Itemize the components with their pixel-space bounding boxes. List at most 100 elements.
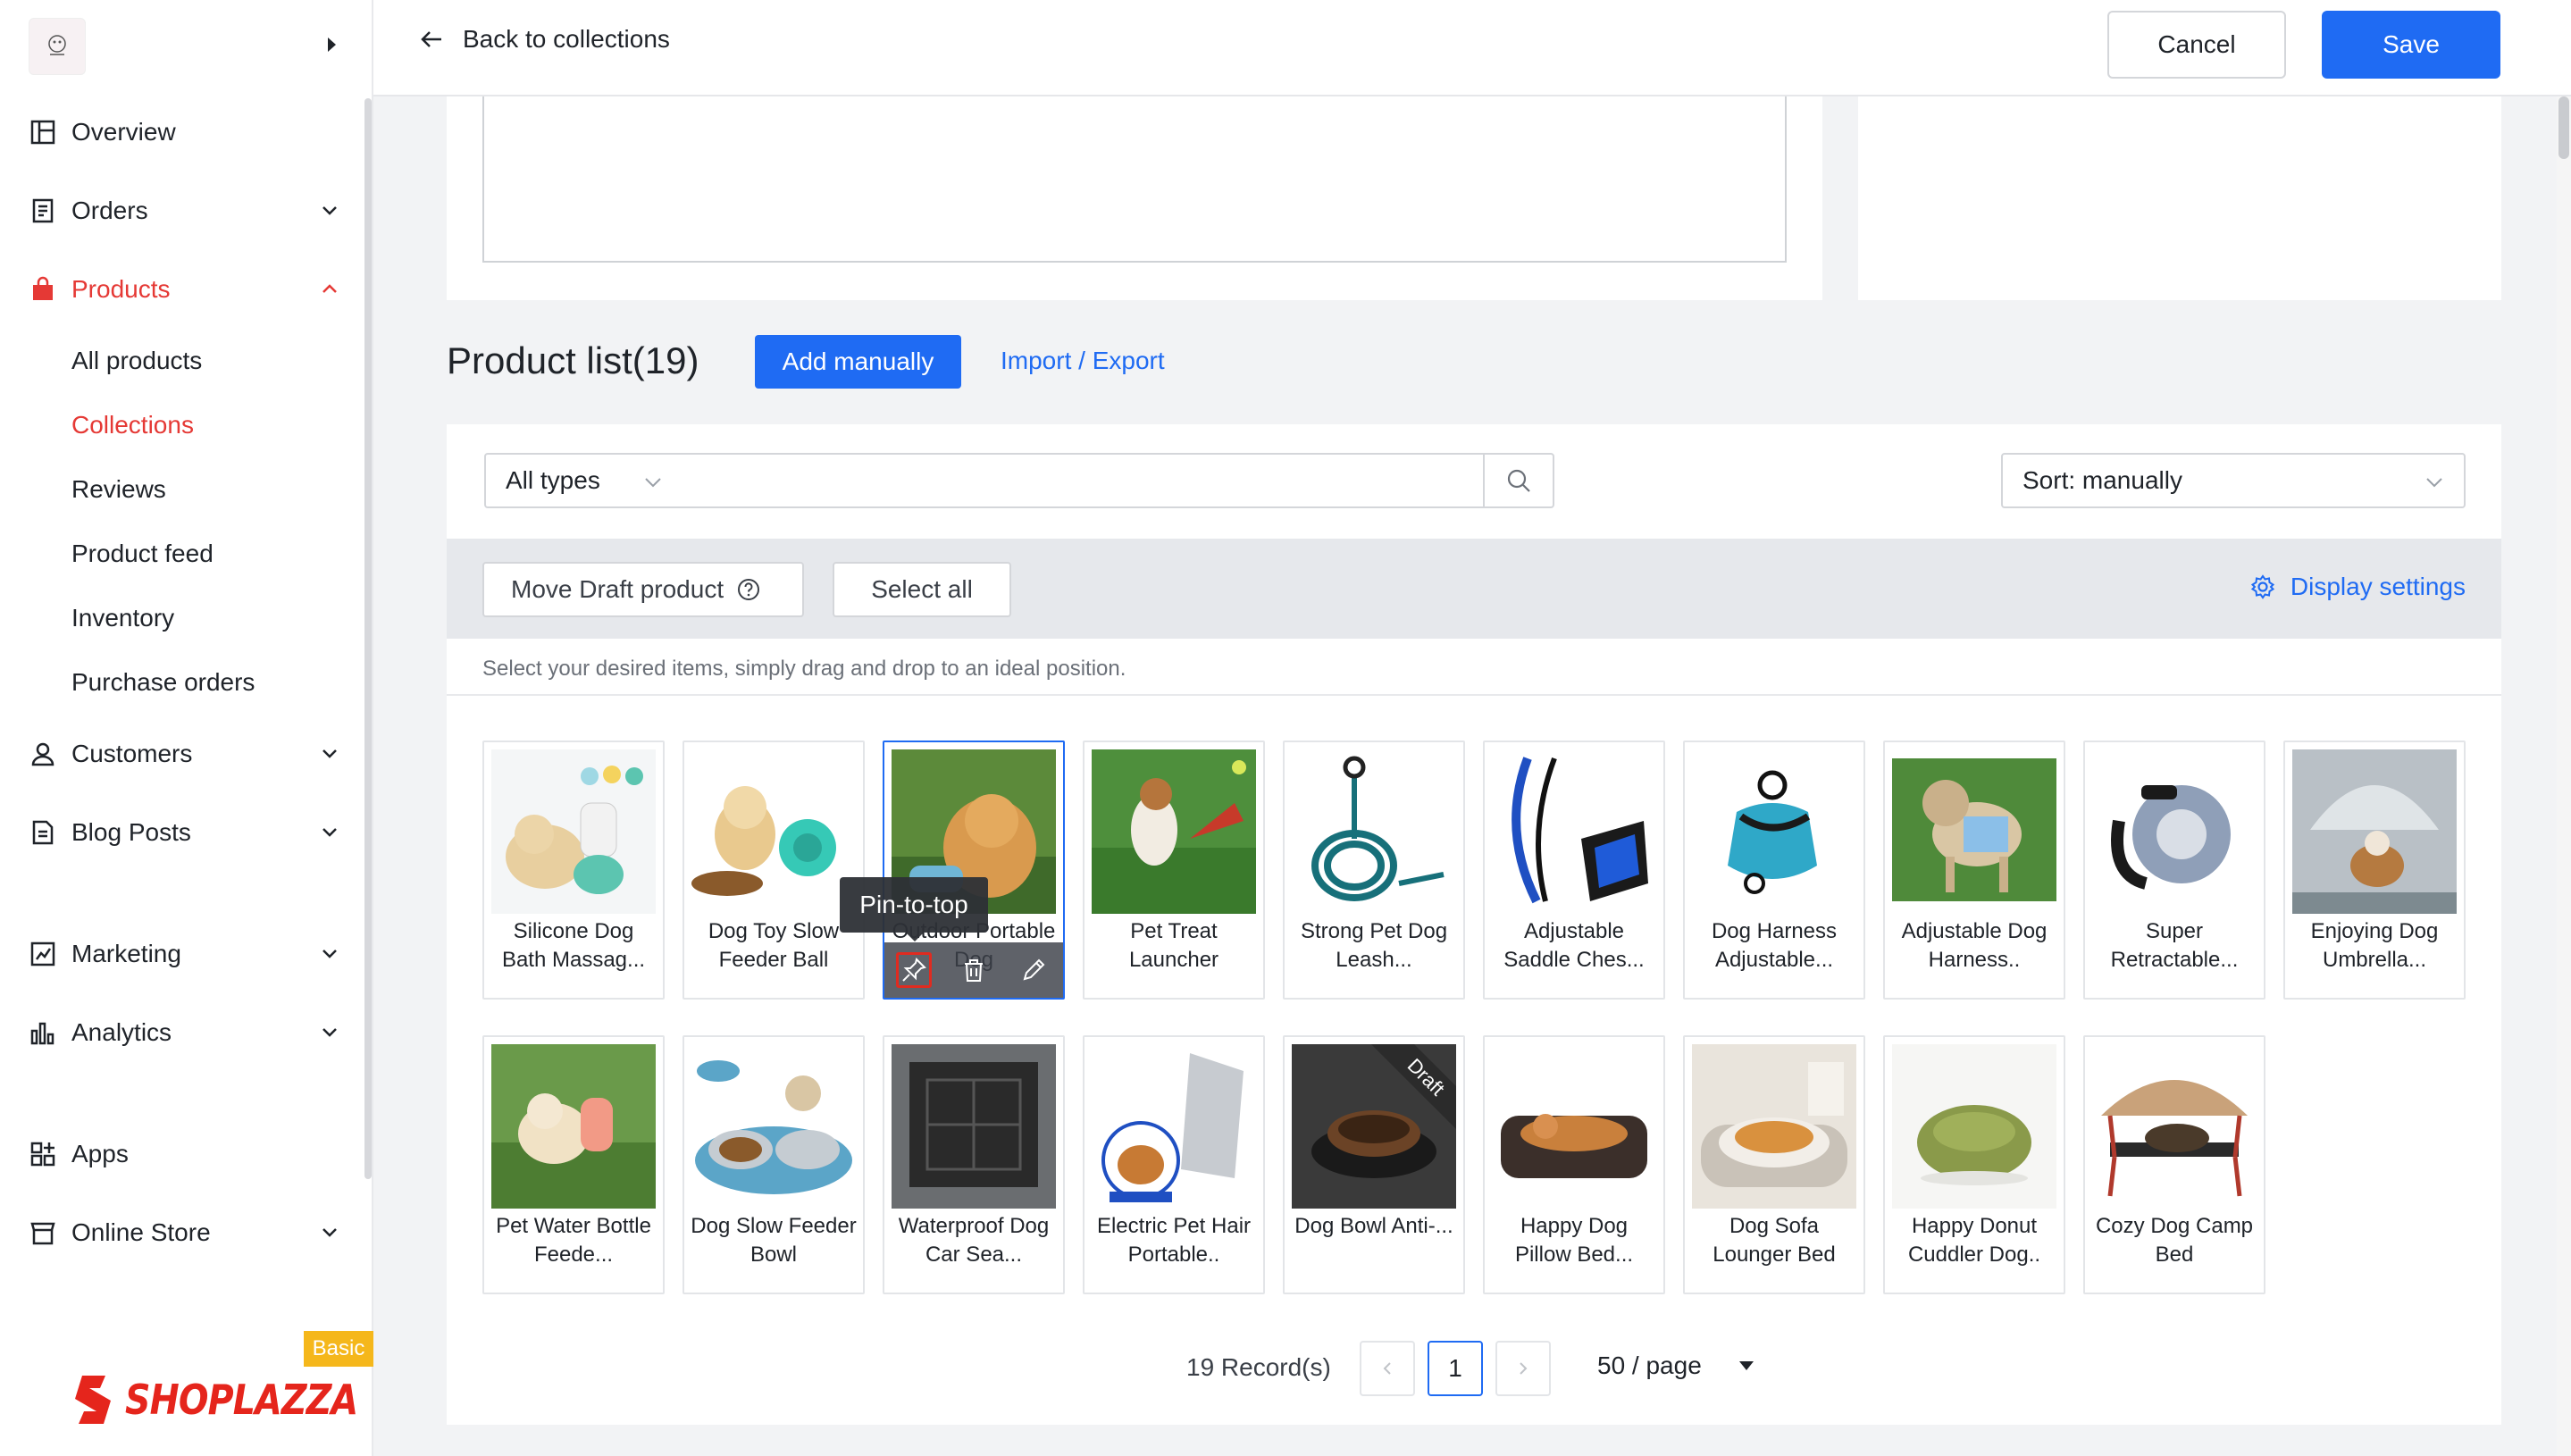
arrow-left-icon	[421, 31, 441, 47]
sidebar-item-orders[interactable]: Orders	[0, 172, 363, 250]
move-draft-label: Move Draft product	[511, 575, 724, 603]
move-draft-button[interactable]: Move Draft product	[482, 562, 804, 617]
shoplazza-logo: SHOPLAZZA	[70, 1374, 396, 1426]
type-filter-select[interactable]: All types	[484, 453, 684, 508]
display-settings-link[interactable]: Display settings	[2249, 573, 2466, 601]
product-tile[interactable]: Dog Sofa Lounger Bed	[1683, 1035, 1865, 1294]
product-tile[interactable]: Dog Toy Slow Feeder Ball	[683, 741, 865, 1000]
caret-down-icon	[1738, 1361, 1754, 1370]
delete-button[interactable]	[956, 952, 992, 988]
blog-icon	[29, 818, 57, 847]
product-tile[interactable]: Electric Pet Hair Portable..	[1083, 1035, 1265, 1294]
sidebar-item-online-store[interactable]: Online Store	[0, 1193, 363, 1272]
sidebar-subitem-collections[interactable]: Collections	[0, 393, 363, 457]
page-size-value: 50 / page	[1597, 1351, 1702, 1379]
product-tile[interactable]: Dog Slow Feeder Bowl	[683, 1035, 865, 1294]
sidebar-item-label: Analytics	[71, 1018, 172, 1046]
store-logo[interactable]	[29, 18, 86, 75]
save-button[interactable]: Save	[2322, 11, 2500, 79]
product-tile[interactable]: Enjoying Dog Umbrella...	[2283, 741, 2466, 1000]
product-tile[interactable]: Cozy Dog Camp Bed	[2083, 1035, 2265, 1294]
description-card	[447, 96, 1822, 300]
sort-select[interactable]: Sort: manually	[2001, 453, 2466, 508]
product-tile[interactable]: Adjustable Saddle Ches...	[1483, 741, 1665, 1000]
sidebar-subitem-reviews[interactable]: Reviews	[0, 457, 363, 522]
import-export-link[interactable]: Import / Export	[1001, 347, 1165, 375]
product-tile-draft[interactable]: Draft Dog Bowl Anti-...	[1283, 1035, 1465, 1294]
product-image	[691, 1044, 856, 1209]
page-scrollbar[interactable]	[2557, 96, 2571, 1456]
product-image	[1292, 749, 1456, 914]
store-logo-icon	[48, 35, 66, 55]
product-image	[1692, 1044, 1856, 1209]
sidebar-item-products[interactable]: Products	[0, 250, 363, 329]
page-button-current[interactable]: 1	[1428, 1341, 1483, 1396]
description-editor[interactable]	[482, 96, 1787, 263]
sidebar-subitem-all-products[interactable]: All products	[0, 329, 363, 393]
trash-icon	[964, 959, 983, 982]
next-page-button[interactable]	[1495, 1341, 1551, 1396]
sidebar-item-customers[interactable]: Customers	[0, 715, 363, 793]
product-tile[interactable]: Happy Dog Pillow Bed...	[1483, 1035, 1665, 1294]
product-name: Dog Harness Adjustable...	[1711, 919, 1838, 972]
sidebar-item-overview[interactable]: Overview	[0, 93, 363, 172]
product-image	[1092, 749, 1256, 914]
product-tile[interactable]: Silicone Dog Bath Massag...	[482, 741, 665, 1000]
type-filter-value: All types	[506, 466, 600, 494]
sidebar-header	[0, 0, 372, 93]
display-settings-label: Display settings	[2290, 573, 2466, 600]
sidebar-item-label: Online Store	[71, 1218, 211, 1246]
product-name: Pet Water Bottle Feede...	[496, 1214, 651, 1267]
analytics-icon	[29, 1018, 57, 1047]
sidebar-subitem-inventory[interactable]: Inventory	[0, 586, 363, 650]
sidebar-item-marketing[interactable]: Marketing	[0, 915, 363, 993]
product-image	[892, 1044, 1056, 1209]
product-tile[interactable]: Super Retractable...	[2083, 741, 2265, 1000]
sidebar-item-analytics[interactable]: Analytics	[0, 993, 363, 1072]
product-list-title: Product list(19)	[447, 339, 699, 381]
sidebar-item-blog-posts[interactable]: Blog Posts	[0, 793, 363, 872]
product-tile[interactable]: Pet Treat Launcher	[1083, 741, 1265, 1000]
shoplazza-logo-icon	[75, 1376, 111, 1424]
sidebar-item-label: Marketing	[71, 940, 181, 967]
product-tile[interactable]: Strong Pet Dog Leash...	[1283, 741, 1465, 1000]
edit-button[interactable]	[1016, 952, 1051, 988]
product-name: Dog Sofa Lounger Bed	[1713, 1214, 1836, 1267]
product-tile[interactable]: Dog Harness Adjustable...	[1683, 741, 1865, 1000]
product-image	[2292, 749, 2457, 914]
product-tile[interactable]: Pet Water Bottle Feede...	[482, 1035, 665, 1294]
back-to-collections-link[interactable]: Back to collections	[418, 25, 670, 54]
product-name: Strong Pet Dog Leash...	[1300, 919, 1448, 972]
product-name: Pet Treat Launcher	[1128, 919, 1219, 972]
apps-icon	[29, 1140, 57, 1168]
sidebar-nav: Overview Orders Products All products Co…	[0, 93, 363, 1272]
product-image	[1492, 1044, 1656, 1209]
product-name: Happy Dog Pillow Bed...	[1514, 1214, 1634, 1267]
orders-icon	[29, 197, 57, 225]
sidebar-subitem-product-feed[interactable]: Product feed	[0, 522, 363, 586]
sidebar-item-apps[interactable]: Apps	[0, 1115, 363, 1193]
sidebar-subitem-purchase-orders[interactable]: Purchase orders	[0, 650, 363, 715]
product-image	[1692, 749, 1856, 914]
side-card	[1858, 96, 2501, 300]
page-size-select[interactable]: 50 / page	[1597, 1351, 1755, 1380]
top-header: Back to collections Cancel Save	[373, 0, 2571, 96]
caret-right-icon[interactable]	[322, 32, 341, 57]
product-image	[2092, 749, 2257, 914]
product-tile[interactable]: Happy Donut Cuddler Dog..	[1883, 1035, 2065, 1294]
sidebar-scrollbar[interactable]	[364, 98, 372, 1179]
product-tile-selected[interactable]: Outdoor Portable Dog	[883, 741, 1065, 1000]
help-icon[interactable]	[736, 577, 761, 602]
select-all-button[interactable]: Select all	[833, 562, 1011, 617]
search-button[interactable]	[1483, 453, 1554, 508]
search-input[interactable]	[683, 453, 1485, 508]
scrollbar-thumb[interactable]	[2558, 96, 2569, 159]
product-tile[interactable]: Adjustable Dog Harness..	[1883, 741, 2065, 1000]
pagination: 19 Record(s) 1 50 / page	[447, 1326, 2501, 1398]
prev-page-button[interactable]	[1360, 1341, 1415, 1396]
add-manually-button[interactable]: Add manually	[755, 335, 961, 389]
overview-icon	[29, 118, 57, 146]
cancel-button[interactable]: Cancel	[2107, 11, 2286, 79]
pin-to-top-button[interactable]	[896, 952, 933, 988]
product-tile[interactable]: Waterproof Dog Car Sea...	[883, 1035, 1065, 1294]
